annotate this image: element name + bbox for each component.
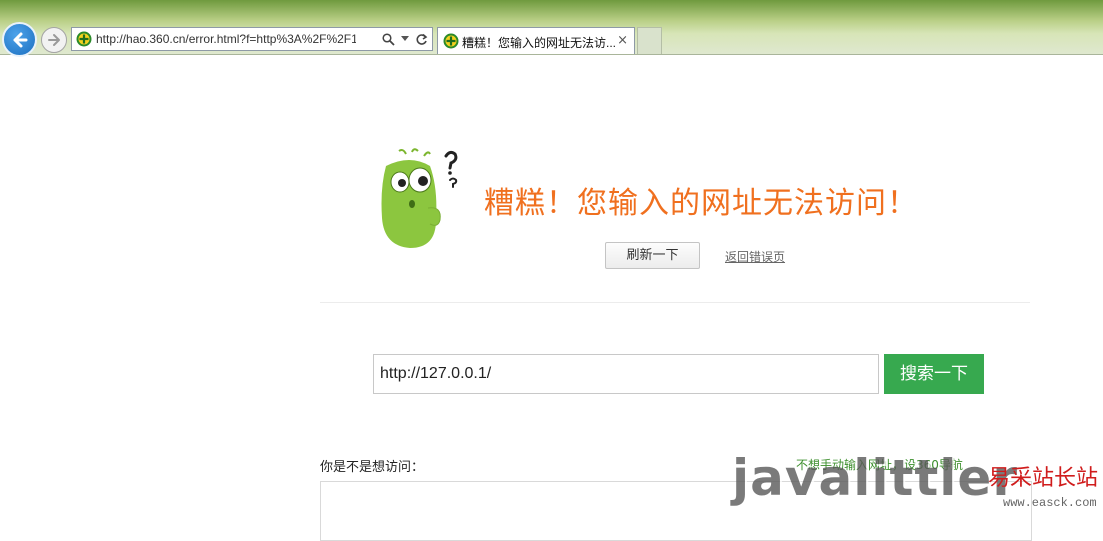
divider [320, 302, 1030, 303]
arrow-left-icon [13, 32, 27, 47]
confused-mascot-icon [381, 148, 458, 248]
dropdown-arrow-icon[interactable] [401, 36, 409, 42]
watermark-cn: 易采站长站 [988, 466, 1099, 491]
watermark-url: www.easck.com [1003, 496, 1097, 510]
address-url: http://hao.360.cn/error.html?f=http%3A%2… [96, 32, 356, 46]
address-bar[interactable]: http://hao.360.cn/error.html?f=http%3A%2… [71, 27, 433, 51]
new-tab-button[interactable] [637, 27, 662, 54]
tab-title: 糟糕！您输入的网址无法访... [462, 36, 617, 50]
back-to-error-link[interactable]: 返回错误页 [725, 248, 785, 265]
refresh-icon[interactable] [415, 33, 428, 46]
error-headline: 糟糕！您输入的网址无法访问！ [484, 186, 918, 221]
search-input[interactable] [373, 354, 879, 394]
refresh-button[interactable]: 刷新一下 [605, 242, 700, 269]
search-button[interactable]: 搜索一下 [884, 354, 984, 394]
browser-tab[interactable]: 糟糕！您输入的网址无法访... × [437, 27, 635, 54]
360-logo-icon [76, 31, 92, 47]
arrow-right-icon [48, 34, 60, 46]
back-button[interactable] [2, 22, 37, 57]
360-logo-icon [443, 33, 459, 49]
browser-toolbar: http://hao.360.cn/error.html?f=http%3A%2… [0, 0, 1103, 57]
close-icon[interactable]: × [617, 33, 628, 48]
watermark-brand: javalittler [732, 449, 1018, 507]
forward-button[interactable] [41, 27, 67, 53]
suggestions-label: 你是不是想访问： [320, 460, 425, 475]
search-icon[interactable] [382, 32, 395, 46]
